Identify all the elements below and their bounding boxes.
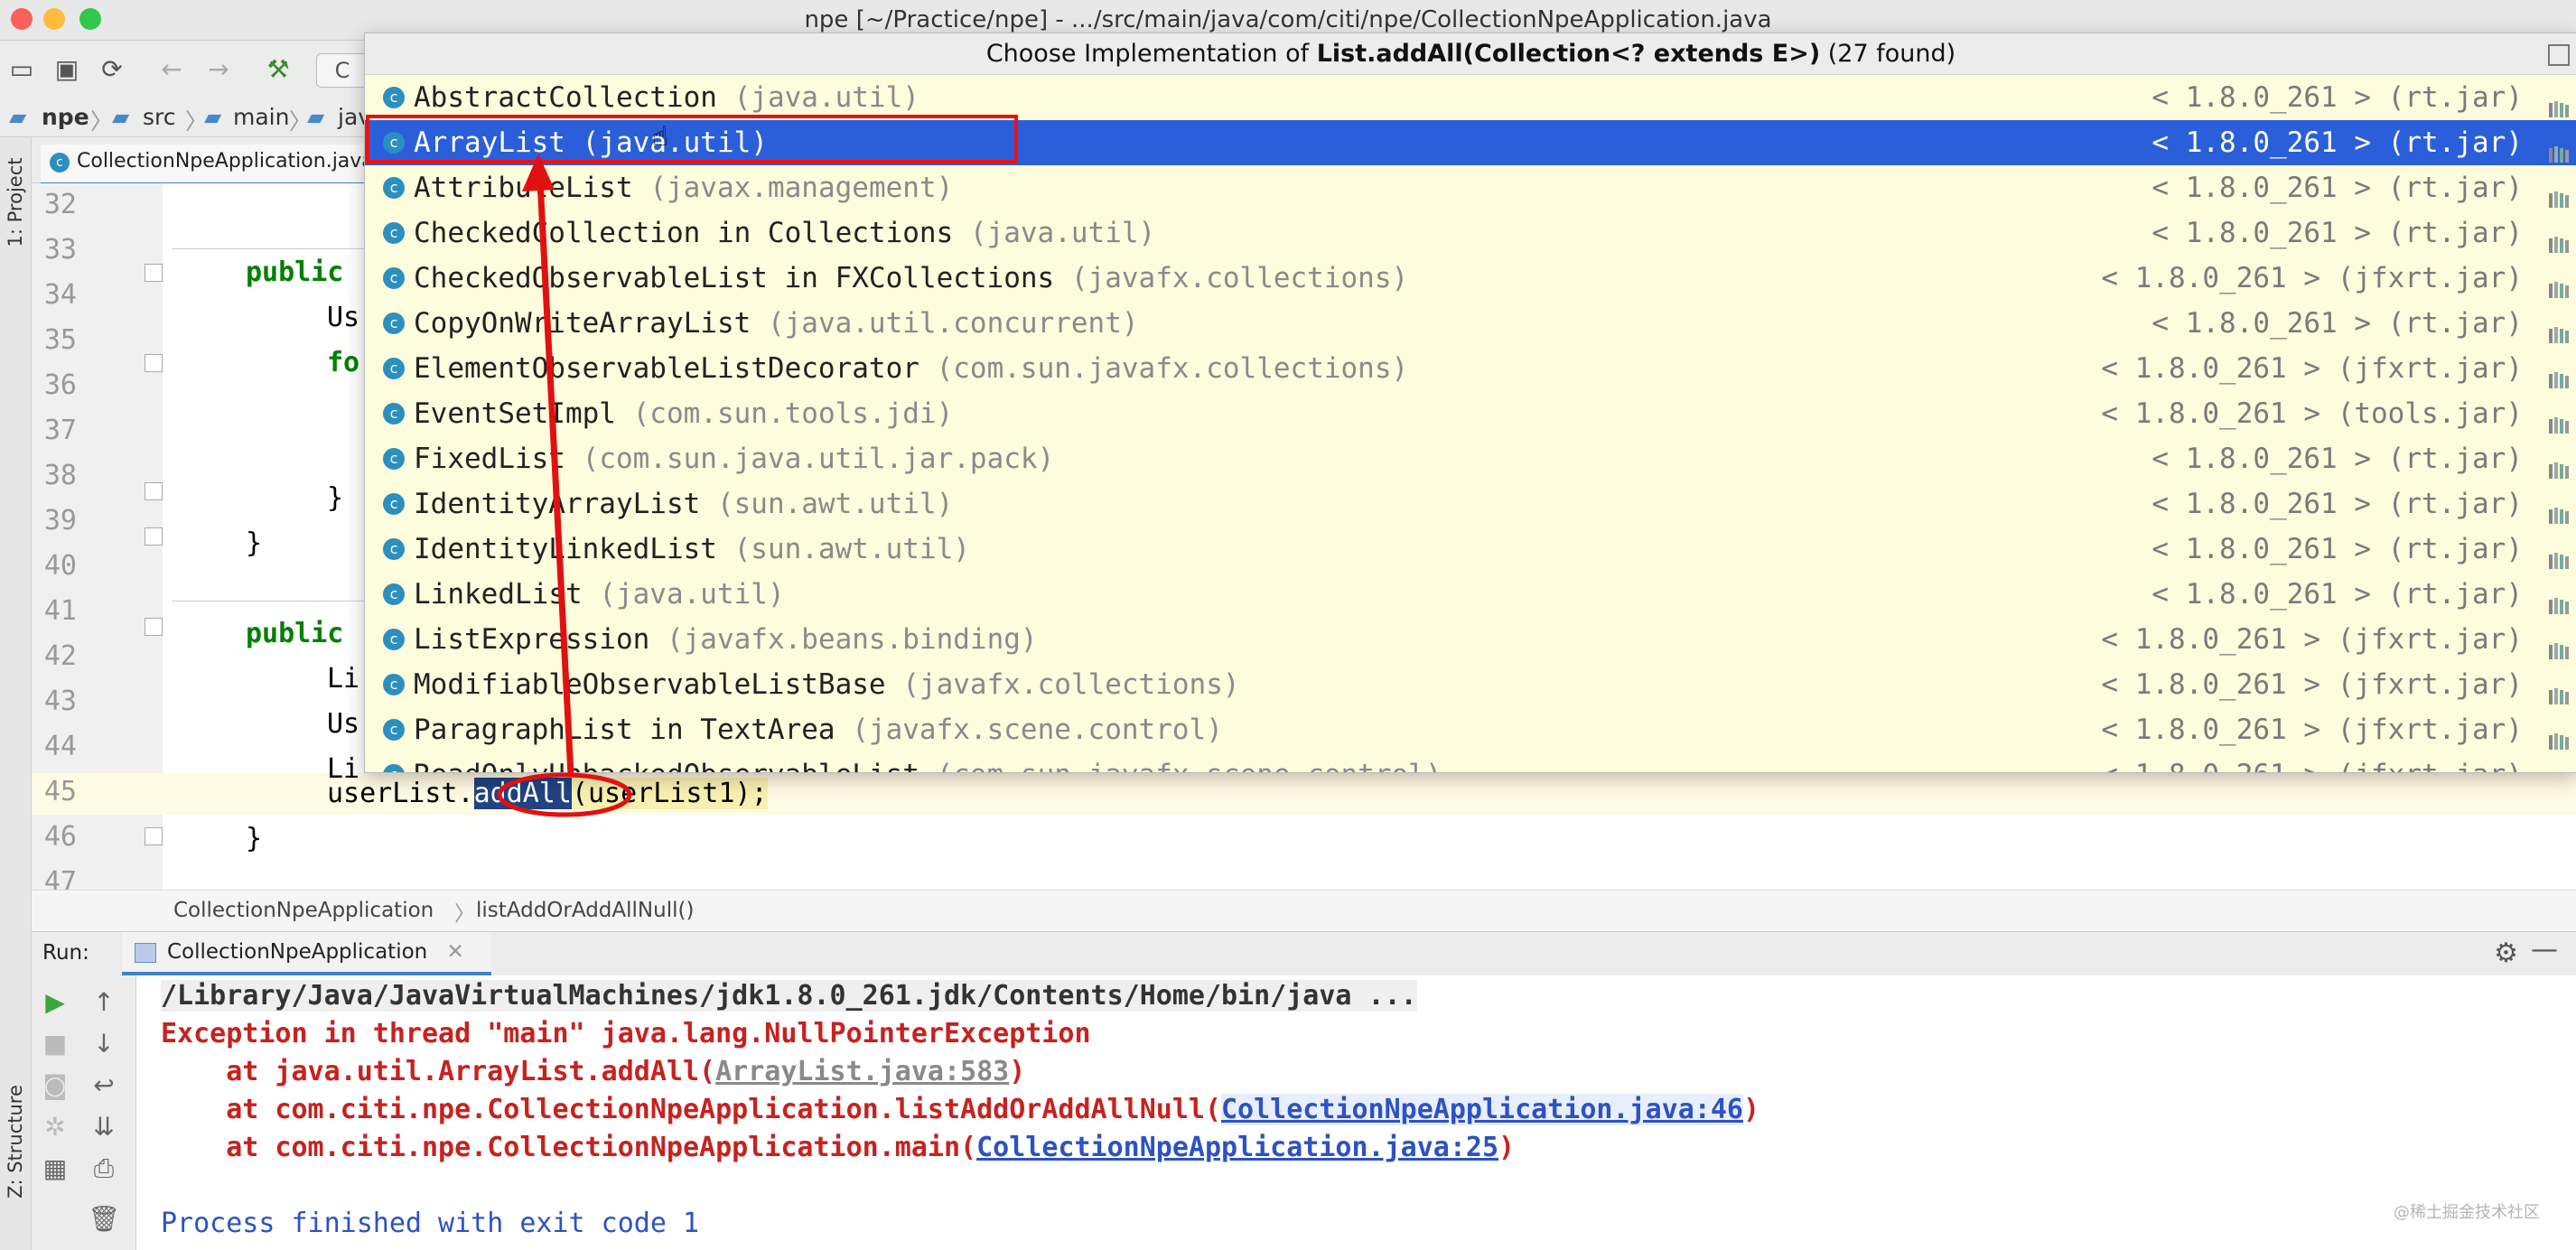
watermark: @稀土掘金技术社区: [2394, 1203, 2540, 1222]
annotation-ellipse: [497, 772, 632, 817]
hand-cursor-icon: ☝: [652, 121, 669, 153]
annotation-arrowhead: [522, 154, 555, 191]
annotation-overlay: [497, 154, 632, 817]
annotation-arrow-shaft: [537, 180, 574, 776]
